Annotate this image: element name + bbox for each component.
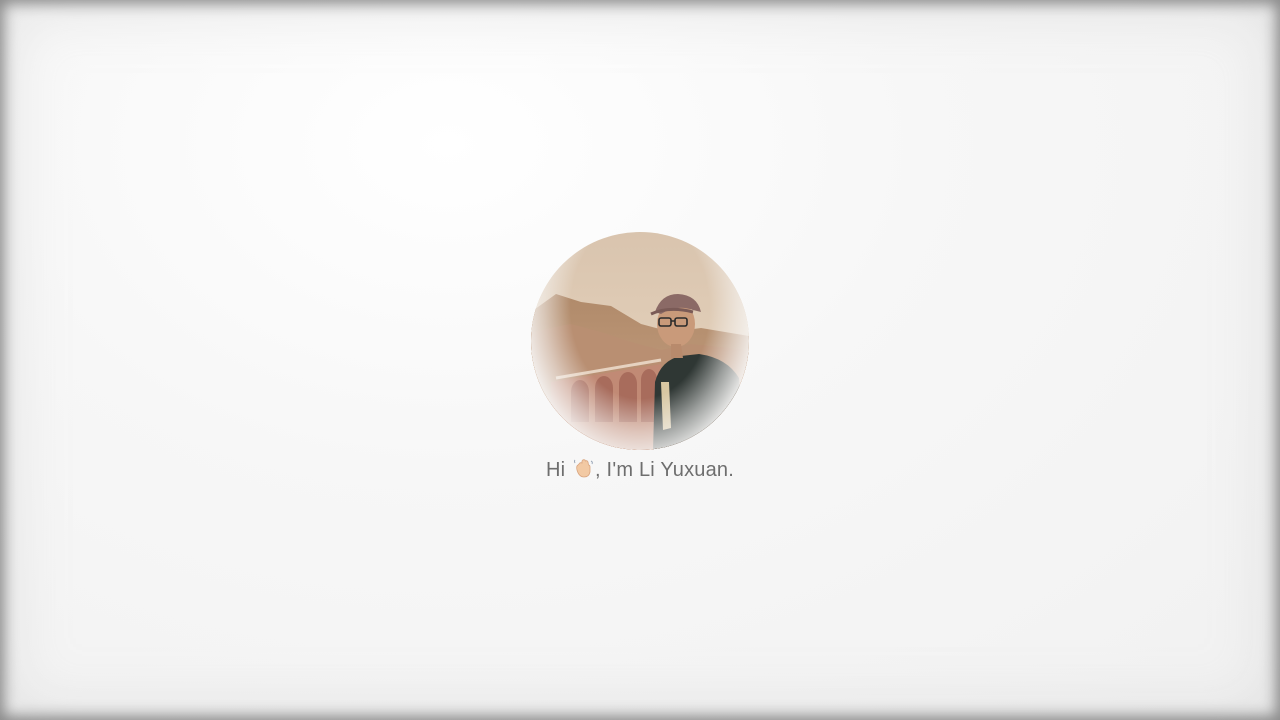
greeting-text: Hi , I'm Li Yuxuan.	[0, 457, 1280, 482]
hero-section: Hi , I'm Li Yuxuan.	[0, 232, 1280, 482]
greeting-suffix: , I'm Li Yuxuan.	[595, 459, 734, 481]
avatar-fade-overlay	[531, 232, 749, 450]
avatar	[531, 232, 749, 450]
waving-hand-icon	[572, 457, 594, 479]
greeting-prefix: Hi	[545, 459, 566, 481]
